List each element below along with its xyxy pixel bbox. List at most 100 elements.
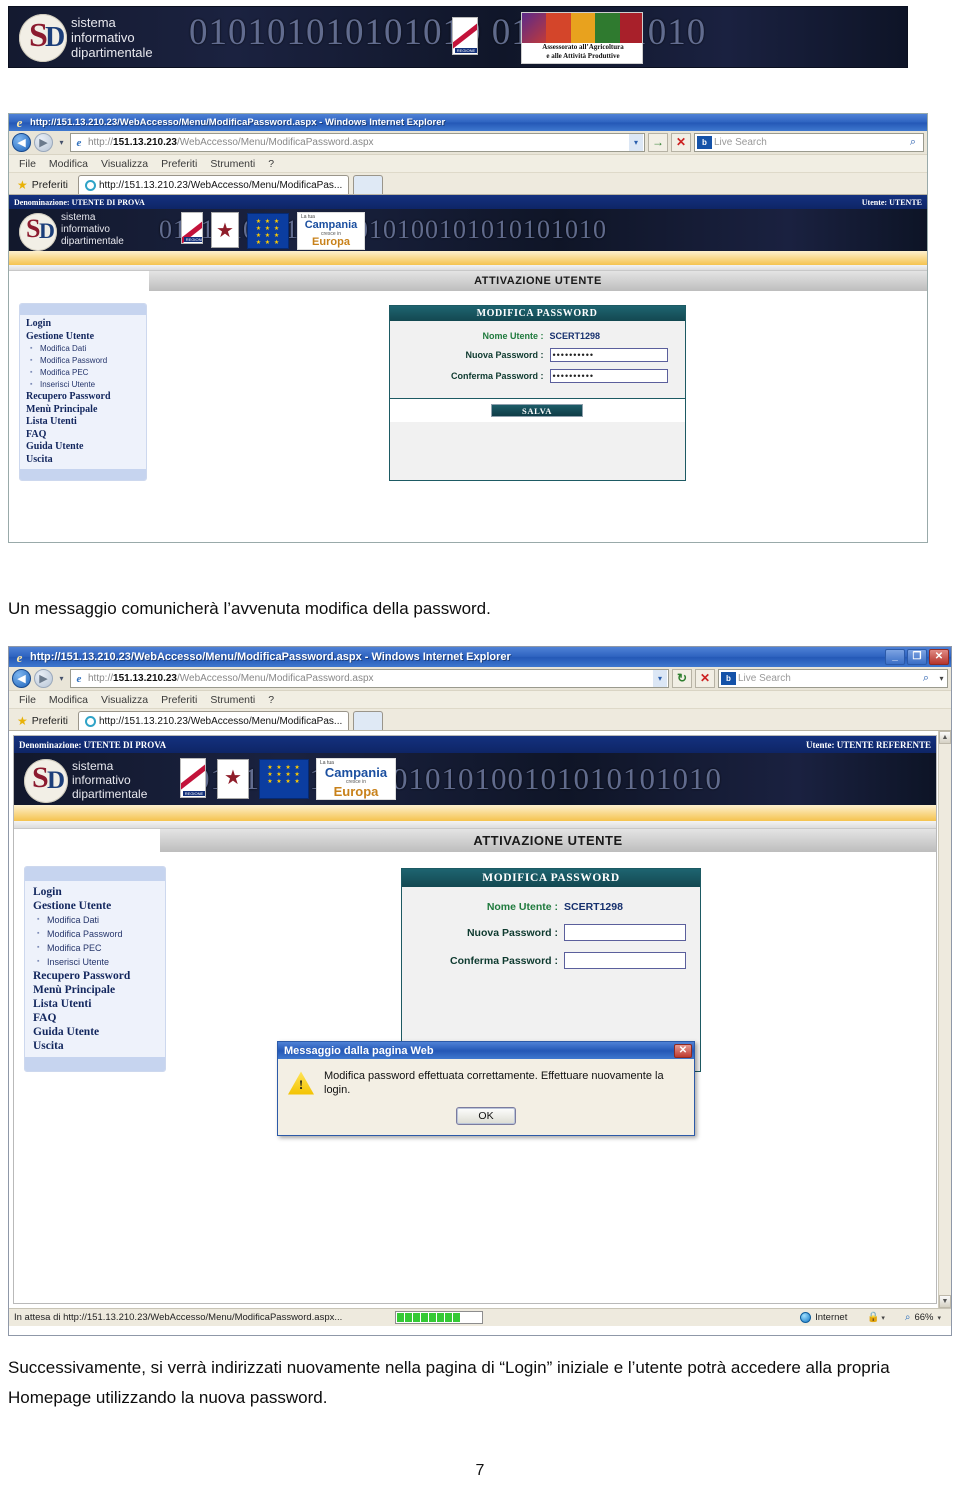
window2-favorites-bar: ★ Preferiti http://151.13.210.23/WebAcce…: [9, 709, 951, 731]
campania-l4: Europa: [312, 236, 350, 248]
address-bar[interactable]: e http://151.13.210.23/WebAccesso/Menu/M…: [70, 669, 669, 688]
menu-strumenti[interactable]: Strumenti: [210, 694, 255, 706]
stop-button[interactable]: ✕: [671, 133, 691, 152]
new-tab-button[interactable]: [353, 711, 384, 730]
window2-status-bar: In attesa di http://151.13.210.23/WebAcc…: [9, 1308, 951, 1326]
sidebar-item-uscita[interactable]: Uscita: [26, 454, 146, 467]
salva-button[interactable]: SALVA: [491, 404, 583, 417]
sidebar-item-recupero-password[interactable]: Recupero Password: [26, 391, 146, 404]
menu-file[interactable]: File: [19, 694, 36, 706]
address-bar[interactable]: e http://151.13.210.23/WebAccesso/Menu/M…: [70, 133, 645, 152]
favorites-button[interactable]: ★ Preferiti: [15, 176, 74, 194]
address-dropdown-icon[interactable]: ▾: [653, 670, 667, 687]
refresh-button[interactable]: ↻: [672, 669, 692, 688]
sidebar-item-modifica-dati[interactable]: Modifica Dati: [33, 913, 165, 927]
minimize-button[interactable]: _: [885, 649, 905, 665]
zoom-level-control[interactable]: ⌕ 66% ▾: [895, 1312, 951, 1323]
browser-tab-1[interactable]: http://151.13.210.23/WebAccesso/Menu/Mod…: [77, 175, 350, 194]
sidebar-item-faq[interactable]: FAQ: [33, 1011, 165, 1025]
sidebar-item-modifica-dati[interactable]: Modifica Dati: [26, 343, 146, 355]
address-prefix: http://: [88, 137, 114, 148]
sidebar-item-inserisci-utente[interactable]: Inserisci Utente: [26, 379, 146, 391]
menu-preferiti[interactable]: Preferiti: [161, 694, 197, 706]
address-bar-text: http://151.13.210.23/WebAccesso/Menu/Mod…: [86, 673, 653, 684]
sidebar-item-login[interactable]: Login: [33, 885, 165, 899]
tab-loading-icon: [84, 179, 96, 191]
menu-visualizza[interactable]: Visualizza: [101, 694, 148, 706]
sidebar-item-menu-principale[interactable]: Menù Principale: [33, 983, 165, 997]
menu-help[interactable]: ?: [268, 694, 274, 706]
sidebar-item-menu-principale[interactable]: Menù Principale: [26, 404, 146, 417]
window1-favorites-bar: ★ Preferiti http://151.13.210.23/WebAcce…: [9, 173, 927, 195]
sidebar-item-guida-utente[interactable]: Guida Utente: [33, 1025, 165, 1039]
sidebar-item-modifica-pec[interactable]: Modifica PEC: [26, 367, 146, 379]
close-button[interactable]: ✕: [929, 649, 949, 665]
recent-pages-dropdown[interactable]: ▾: [56, 138, 67, 147]
dialog-footer: OK: [278, 1103, 694, 1135]
search-box[interactable]: b Live Search ⌕: [694, 133, 924, 152]
app-eu-flag-icon-1: ★ ★ ★ ★ ★ ★ ★ ★ ★ ★ ★ ★: [247, 213, 289, 249]
menu-preferiti[interactable]: Preferiti: [161, 158, 197, 170]
menu-file[interactable]: File: [19, 158, 36, 170]
dialog-ok-button[interactable]: OK: [456, 1107, 516, 1125]
search-box[interactable]: b Live Search ⌕ ▾: [718, 669, 948, 688]
crest-band: [453, 20, 477, 49]
forward-button[interactable]: ▶: [34, 669, 53, 688]
sidebar-item-uscita[interactable]: Uscita: [33, 1039, 165, 1053]
search-submit-icon[interactable]: ⌕: [916, 672, 936, 685]
sidebar-item-inserisci-utente[interactable]: Inserisci Utente: [33, 955, 165, 969]
back-button[interactable]: ◀: [12, 133, 31, 152]
sidebar-item-list: Login Gestione Utente Modifica Dati Modi…: [25, 881, 165, 1057]
sidebar-item-recupero-password[interactable]: Recupero Password: [33, 969, 165, 983]
crest-caption: REGIONE CAMPANIA: [184, 237, 202, 242]
address-dropdown-icon[interactable]: ▾: [629, 134, 643, 151]
sidebar-item-gestione-utente[interactable]: Gestione Utente: [26, 331, 146, 344]
new-tab-button[interactable]: [353, 175, 384, 194]
app-sid-text: sistema informativo dipartimentale: [61, 212, 124, 248]
search-placeholder: Live Search: [738, 673, 791, 684]
page-vertical-scrollbar[interactable]: ▲ ▼: [938, 731, 951, 1308]
forward-button[interactable]: ▶: [34, 133, 53, 152]
star-emblem-icon: ★: [224, 767, 242, 789]
browser-tab-1[interactable]: http://151.13.210.23/WebAccesso/Menu/Mod…: [77, 711, 350, 730]
conferma-password-input[interactable]: ••••••••••: [549, 369, 668, 383]
sid-logo-text: sistema informativo dipartimentale: [71, 15, 153, 60]
conferma-password-input[interactable]: [564, 952, 686, 969]
sidebar-item-faq[interactable]: FAQ: [26, 429, 146, 442]
sidebar-item-login[interactable]: Login: [26, 318, 146, 331]
menu-strumenti[interactable]: Strumenti: [210, 158, 255, 170]
stop-button[interactable]: ✕: [695, 669, 715, 688]
sidebar-item-lista-utenti[interactable]: Lista Utenti: [26, 416, 146, 429]
eu-stars: ★ ★ ★ ★ ★ ★ ★ ★ ★ ★ ★ ★: [255, 219, 281, 246]
chevron-down-icon[interactable]: ▾: [881, 1314, 885, 1322]
sidebar-item-guida-utente[interactable]: Guida Utente: [26, 441, 146, 454]
sidebar-item-lista-utenti[interactable]: Lista Utenti: [33, 997, 165, 1011]
nuova-password-input[interactable]: [564, 924, 686, 941]
recent-pages-dropdown[interactable]: ▾: [56, 674, 67, 683]
sidebar-item-modifica-pec[interactable]: Modifica PEC: [33, 941, 165, 955]
dialog-close-button[interactable]: ✕: [674, 1043, 692, 1058]
window2-title-text: http://151.13.210.23/WebAccesso/Menu/Mod…: [30, 651, 511, 663]
sidebar-item-modifica-password[interactable]: Modifica Password: [33, 927, 165, 941]
back-button[interactable]: ◀: [12, 669, 31, 688]
chevron-down-icon[interactable]: ▾: [937, 1314, 941, 1322]
security-zone-indicator[interactable]: Internet: [790, 1312, 857, 1323]
sidebar-item-gestione-utente[interactable]: Gestione Utente: [33, 899, 165, 913]
nuova-password-input[interactable]: ••••••••••: [549, 348, 668, 362]
sidebar-item-modifica-password[interactable]: Modifica Password: [26, 355, 146, 367]
scroll-down-arrow-icon[interactable]: ▼: [939, 1295, 951, 1308]
go-button[interactable]: →: [648, 133, 668, 152]
menu-help[interactable]: ?: [268, 158, 274, 170]
app-sid-logo-2: S D sistema informativo dipartimentale: [20, 756, 180, 805]
protected-mode-indicator[interactable]: 🔒 ▾: [857, 1312, 895, 1323]
restore-button[interactable]: ❐: [907, 649, 927, 665]
scroll-up-arrow-icon[interactable]: ▲: [939, 731, 951, 744]
search-submit-icon[interactable]: ⌕: [903, 136, 923, 149]
warning-exclamation: !: [298, 1077, 304, 1092]
address-prefix: http://: [88, 673, 114, 684]
menu-visualizza[interactable]: Visualizza: [101, 158, 148, 170]
favorites-button[interactable]: ★ Preferiti: [15, 712, 74, 730]
search-options-icon[interactable]: ▾: [936, 674, 947, 683]
menu-modifica[interactable]: Modifica: [49, 694, 88, 706]
menu-modifica[interactable]: Modifica: [49, 158, 88, 170]
